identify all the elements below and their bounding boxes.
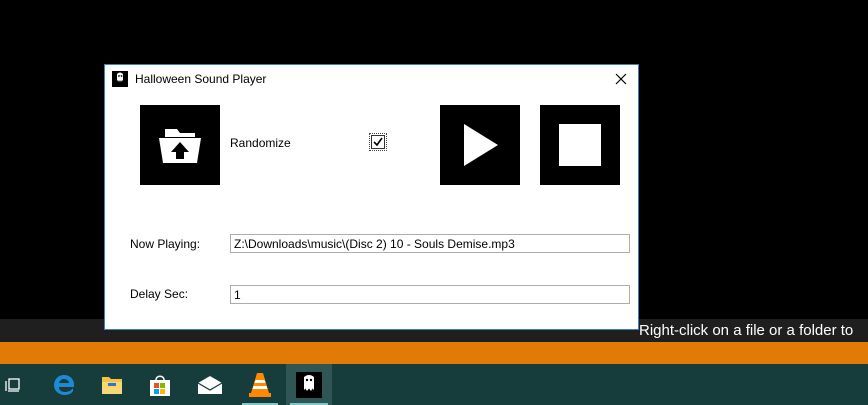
task-view-button[interactable]	[0, 364, 25, 405]
desktop-hint-text: Right-click on a file or a folder to	[639, 322, 854, 339]
vlc-button[interactable]	[238, 364, 282, 405]
window-title: Halloween Sound Player	[135, 72, 267, 86]
play-icon	[464, 124, 498, 166]
delay-field[interactable]: 1	[230, 285, 630, 304]
halloween-player-icon	[296, 371, 322, 398]
vlc-icon	[249, 372, 271, 397]
app-window: Halloween Sound Player Randomize Now Pla…	[104, 64, 639, 330]
now-playing-label: Now Playing:	[130, 237, 201, 251]
title-bar[interactable]: Halloween Sound Player	[105, 65, 638, 93]
edge-icon	[54, 374, 74, 395]
store-button[interactable]	[136, 364, 184, 405]
delay-label: Delay Sec:	[130, 287, 189, 301]
open-folder-button[interactable]	[140, 105, 220, 185]
file-explorer-button[interactable]	[88, 364, 136, 405]
orange-banner	[0, 342, 868, 364]
randomize-checkbox[interactable]	[371, 135, 385, 149]
taskbar	[0, 364, 868, 405]
stop-button[interactable]	[540, 105, 620, 185]
randomize-label: Randomize	[230, 136, 291, 150]
play-button[interactable]	[440, 105, 520, 185]
stop-icon	[559, 124, 601, 166]
file-explorer-icon	[102, 376, 122, 394]
folder-upload-icon	[159, 129, 201, 163]
checkmark-icon	[373, 137, 383, 147]
task-view-icon	[4, 377, 20, 392]
now-playing-field[interactable]: Z:\Downloads\music\(Disc 2) 10 - Souls D…	[230, 234, 630, 253]
halloween-player-button[interactable]	[286, 364, 332, 405]
app-ghost-icon	[112, 71, 128, 87]
close-button[interactable]	[604, 65, 638, 93]
edge-button[interactable]	[40, 364, 88, 405]
mail-button[interactable]	[186, 364, 234, 405]
store-icon	[150, 375, 170, 396]
close-icon	[615, 73, 627, 85]
mail-icon	[197, 375, 223, 394]
